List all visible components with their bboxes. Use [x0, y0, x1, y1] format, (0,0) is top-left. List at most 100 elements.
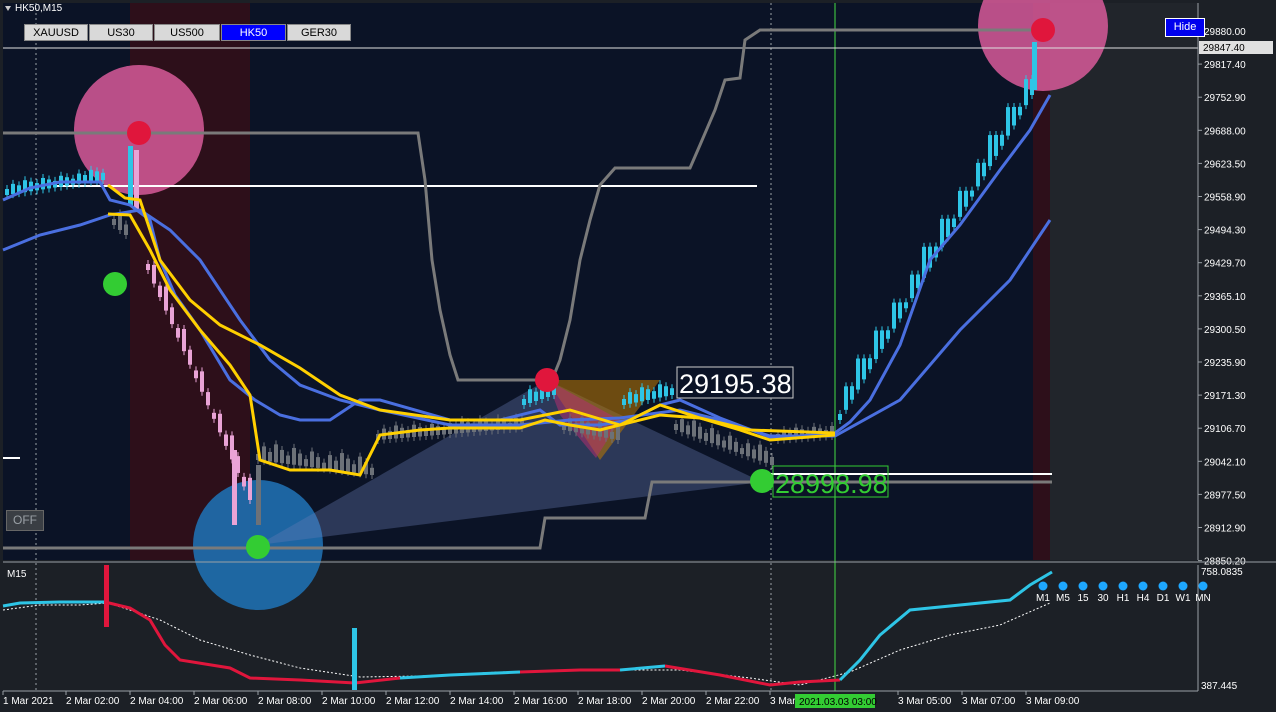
candle-body: [652, 391, 656, 399]
candle-body: [182, 328, 186, 352]
time-tick-label: 2 Mar 12:00: [386, 696, 440, 707]
candle-body: [346, 458, 350, 472]
off-button[interactable]: OFF: [6, 510, 44, 531]
candle-body: [534, 391, 538, 401]
time-tick-label: 2 Mar 22:00: [706, 696, 760, 707]
candle-body: [886, 330, 890, 339]
candle-body: [628, 392, 632, 404]
right-shift-area: [1050, 3, 1198, 560]
price-tick-label: 29171.30: [1204, 391, 1246, 402]
hide-button[interactable]: Hide: [1165, 18, 1205, 37]
timeframe-dot: [1138, 581, 1148, 591]
sub-plot-area[interactable]: [3, 565, 1198, 691]
candle-body: [1012, 106, 1016, 126]
chart-canvas[interactable]: 29195.38 28998.98 29880.00 29817.40 29752.…: [0, 0, 1276, 712]
sub-top-value: 758.0835: [1201, 567, 1243, 578]
candle-body: [664, 386, 668, 397]
price-tick-label: 29042.10: [1204, 457, 1246, 468]
candle-body: [1024, 79, 1028, 106]
timeframe-label[interactable]: M5: [1056, 593, 1070, 604]
time-tick-label: 2 Mar 14:00: [450, 696, 504, 707]
candle-body: [280, 449, 284, 464]
timeframe-dot: [1158, 581, 1168, 591]
candle-body: [874, 330, 878, 360]
timeframe-dot: [1058, 581, 1068, 591]
time-tick-label: 2 Mar 02:00: [66, 696, 120, 707]
candle-body: [868, 358, 872, 370]
timeframe-label[interactable]: D1: [1157, 593, 1170, 604]
candle-body: [11, 183, 15, 195]
timeframe-label[interactable]: H4: [1137, 593, 1150, 604]
symbol-button-xauusd[interactable]: XAUUSD: [24, 24, 88, 41]
price-tick-label: 29752.90: [1204, 93, 1246, 104]
candle-body: [248, 477, 252, 500]
candle-body: [340, 453, 344, 472]
collapse-triangle-icon[interactable]: [5, 5, 11, 11]
candle-body: [352, 464, 356, 473]
candle-body: [262, 446, 266, 461]
candle-body: [670, 388, 674, 395]
candle-body: [200, 371, 204, 392]
symbol-button-us500[interactable]: US500: [154, 24, 220, 41]
time-tick-label: 2 Mar 04:00: [130, 696, 184, 707]
timeframe-label[interactable]: 30: [1097, 593, 1109, 604]
candle-body: [976, 162, 980, 187]
time-tick-label: 2 Mar 16:00: [514, 696, 568, 707]
price-tick-label: 29688.00: [1204, 126, 1246, 137]
candle-body: [770, 457, 774, 465]
candle-body: [528, 389, 532, 403]
candle-body: [170, 307, 174, 325]
sub-bottom-value: 387.445: [1201, 681, 1238, 692]
timeframe-label[interactable]: M1: [1036, 593, 1050, 604]
time-tick-label: 2 Mar 06:00: [194, 696, 248, 707]
time-tick-label: 3 Mar: [770, 696, 796, 707]
high-price-label: 29195.38: [679, 369, 792, 399]
timeframe-label[interactable]: 15: [1077, 593, 1089, 604]
buy-signal-dot: [103, 272, 127, 296]
sell-signal-dot: [127, 121, 151, 145]
timeframe-label[interactable]: H1: [1117, 593, 1130, 604]
candle-body: [101, 172, 105, 180]
timeframe-label[interactable]: MN: [1195, 593, 1211, 604]
candle-body: [704, 432, 708, 441]
candle-body: [958, 190, 962, 217]
candle-body: [716, 434, 720, 446]
candle-body: [856, 358, 860, 390]
symbol-button-ger30[interactable]: GER30: [287, 24, 351, 41]
symbol-button-hk50[interactable]: HK50: [221, 24, 286, 41]
candle-body: [328, 455, 332, 470]
candle-body: [692, 420, 696, 437]
candle-body: [522, 399, 526, 405]
candle-body: [634, 394, 638, 403]
sub-window-label: M15: [7, 569, 27, 580]
candle-body: [322, 462, 326, 469]
timeframe-label[interactable]: W1: [1176, 593, 1191, 604]
price-tick-label: 29558.90: [1204, 193, 1246, 204]
sell-signal-dot: [1031, 18, 1055, 42]
candle-body: [910, 274, 914, 299]
candle-body: [370, 467, 374, 475]
candle-body: [728, 435, 732, 450]
price-tick-label: 29429.70: [1204, 259, 1246, 270]
buy-signal-dot: [750, 469, 774, 493]
price-tick-label: 29494.30: [1204, 226, 1246, 237]
candle-body: [610, 431, 614, 439]
candle-body: [680, 419, 684, 433]
candle-body: [5, 189, 9, 195]
candle-body: [952, 218, 956, 228]
timeframe-dot: [1118, 581, 1128, 591]
candle-body: [946, 218, 950, 238]
time-tick-label: 2 Mar 10:00: [322, 696, 376, 707]
low-price-label: 28998.98: [775, 469, 888, 499]
sell-signal-dot: [535, 368, 559, 392]
time-tick-label: 1 Mar 2021: [3, 696, 54, 707]
time-tick-label: 2 Mar 18:00: [578, 696, 632, 707]
candle-body: [964, 190, 968, 207]
candle-body: [1000, 134, 1004, 146]
spike-cyan: [352, 628, 357, 690]
candle-body: [988, 135, 992, 167]
symbol-button-us30[interactable]: US30: [89, 24, 153, 41]
candle-body: [892, 302, 896, 329]
candle-body: [616, 426, 620, 440]
candle-body: [722, 440, 726, 448]
